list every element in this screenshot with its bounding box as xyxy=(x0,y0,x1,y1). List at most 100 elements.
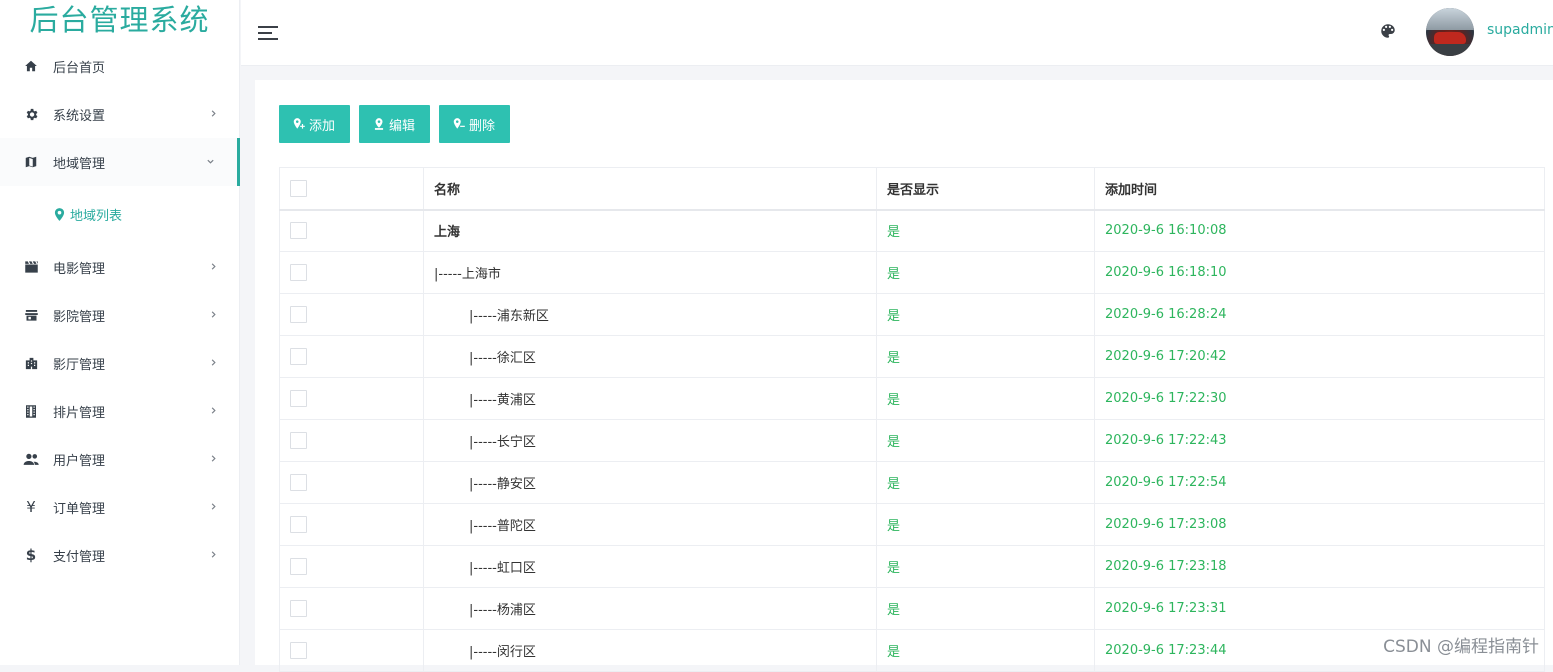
map-pin-plus-icon xyxy=(293,118,305,129)
row-checkbox[interactable] xyxy=(290,222,307,240)
table-row[interactable]: |-----静安区是 2020-9-6 17:22:54 xyxy=(279,461,1545,504)
region-name: |-----上海市 xyxy=(423,251,877,294)
added-time: 2020-9-6 17:23:08 xyxy=(1094,503,1545,546)
sidebar-item-2[interactable]: 地域管理 xyxy=(0,138,240,186)
added-time: 2020-9-6 16:10:08 xyxy=(1094,209,1545,252)
row-checkbox[interactable] xyxy=(290,306,307,323)
show-status: 是 xyxy=(876,377,1095,420)
row-checkbox[interactable] xyxy=(290,264,307,281)
show-status: 是 xyxy=(876,335,1095,378)
row-select-cell xyxy=(279,335,424,378)
chevron-right-icon xyxy=(198,404,228,418)
avatar[interactable] xyxy=(1426,8,1474,56)
sidebar-subitem-label: 地域列表 xyxy=(70,208,123,224)
row-select-cell xyxy=(279,587,424,630)
table-row[interactable]: |-----杨浦区是 2020-9-6 17:23:31 xyxy=(279,587,1545,630)
sidebar-item-7[interactable]: 用户管理 xyxy=(0,435,240,483)
chevron-right-icon xyxy=(198,356,228,370)
column-header-show[interactable]: 是否显示 xyxy=(876,167,1095,211)
row-select-cell xyxy=(279,377,424,420)
table-row[interactable]: |-----普陀区是 2020-9-6 17:23:08 xyxy=(279,503,1545,546)
added-time: 2020-9-6 17:23:31 xyxy=(1094,587,1545,630)
table-row[interactable]: |-----上海市是 2020-9-6 16:18:10 xyxy=(279,251,1545,294)
sidebar-item-0[interactable]: 后台首页 xyxy=(0,42,240,90)
show-status: 是 xyxy=(876,545,1095,588)
chevron-right-icon xyxy=(198,500,228,514)
username[interactable]: supadmin xyxy=(1487,22,1553,38)
row-select-cell xyxy=(279,293,424,336)
column-header-time[interactable]: 添加时间 xyxy=(1094,167,1545,211)
table-row[interactable]: |-----黄浦区是 2020-9-6 17:22:30 xyxy=(279,377,1545,420)
menu-toggle-icon[interactable] xyxy=(258,24,278,40)
sidebar-item-label: 地域管理 xyxy=(53,156,106,172)
show-status: 是 xyxy=(876,461,1095,504)
added-time: 2020-9-6 17:23:18 xyxy=(1094,545,1545,588)
home-icon xyxy=(21,56,41,76)
sidebar-subitem-0[interactable]: 地域列表 xyxy=(0,190,240,238)
building-icon xyxy=(21,353,41,373)
region-name: |-----长宁区 xyxy=(423,419,877,462)
row-checkbox[interactable] xyxy=(290,558,307,575)
app-title: 后台管理系统 xyxy=(29,3,210,37)
add-button[interactable]: 添加 xyxy=(279,105,350,143)
table-row[interactable]: 上海是 2020-9-6 16:10:08 xyxy=(279,209,1545,252)
row-select-cell xyxy=(279,503,424,546)
select-all-checkbox[interactable] xyxy=(290,179,307,197)
add-button-label: 添加 xyxy=(309,118,336,134)
sidebar-item-label: 排片管理 xyxy=(53,405,106,421)
table-row[interactable]: |-----闵行区是 2020-9-6 17:23:44 xyxy=(279,629,1545,672)
row-select-cell xyxy=(279,629,424,672)
dollar-icon: $ xyxy=(25,546,37,564)
row-checkbox[interactable] xyxy=(290,348,307,365)
added-time: 2020-9-6 16:28:24 xyxy=(1094,293,1545,336)
show-status: 是 xyxy=(876,419,1095,462)
map-pin-minus-icon xyxy=(453,118,465,129)
sidebar-item-label: 影院管理 xyxy=(53,309,106,325)
added-time: 2020-9-6 17:22:54 xyxy=(1094,461,1545,504)
row-checkbox[interactable] xyxy=(290,516,307,533)
table-row[interactable]: |-----徐汇区是 2020-9-6 17:20:42 xyxy=(279,335,1545,378)
sidebar-item-9[interactable]: $ 支付管理 xyxy=(0,531,240,579)
sidebar-item-6[interactable]: 排片管理 xyxy=(0,387,240,435)
region-name: 上海 xyxy=(423,209,877,252)
region-name: |-----徐汇区 xyxy=(423,335,877,378)
sidebar-item-4[interactable]: 影院管理 xyxy=(0,291,240,339)
edit-button[interactable]: 编辑 xyxy=(359,105,430,143)
table-row[interactable]: |-----虹口区是 2020-9-6 17:23:18 xyxy=(279,545,1545,588)
row-checkbox[interactable] xyxy=(290,642,307,659)
region-name: |-----静安区 xyxy=(423,461,877,504)
region-name: |-----黄浦区 xyxy=(423,377,877,420)
region-name: |-----浦东新区 xyxy=(423,293,877,336)
row-checkbox[interactable] xyxy=(290,390,307,407)
delete-button[interactable]: 删除 xyxy=(439,105,510,143)
chevron-right-icon xyxy=(198,107,228,121)
sidebar-item-label: 电影管理 xyxy=(53,261,106,277)
table-row[interactable]: |-----浦东新区是 2020-9-6 16:28:24 xyxy=(279,293,1545,336)
delete-button-label: 删除 xyxy=(469,118,496,134)
edit-button-label: 编辑 xyxy=(389,118,416,134)
map-pin-icon xyxy=(54,207,65,221)
chevron-right-icon xyxy=(198,260,228,274)
chevron-right-icon xyxy=(198,308,228,322)
region-name: |-----杨浦区 xyxy=(423,587,877,630)
show-status: 是 xyxy=(876,629,1095,672)
sidebar-item-label: 订单管理 xyxy=(53,501,106,517)
row-select-cell xyxy=(279,461,424,504)
row-select-cell xyxy=(279,545,424,588)
row-checkbox[interactable] xyxy=(290,474,307,491)
table-header-row: 名称 是否显示 添加时间 xyxy=(279,167,1545,211)
added-time: 2020-9-6 17:22:43 xyxy=(1094,419,1545,462)
map-icon xyxy=(21,152,41,172)
region-name: |-----虹口区 xyxy=(423,545,877,588)
added-time: 2020-9-6 17:20:42 xyxy=(1094,335,1545,378)
sidebar-item-1[interactable]: 系统设置 xyxy=(0,90,240,138)
sidebar-item-5[interactable]: 影厅管理 xyxy=(0,339,240,387)
sidebar-item-8[interactable]: ¥ 订单管理 xyxy=(0,483,240,531)
sidebar-item-3[interactable]: 电影管理 xyxy=(0,243,240,291)
palette-icon[interactable] xyxy=(1379,22,1397,44)
table-row[interactable]: |-----长宁区是 2020-9-6 17:22:43 xyxy=(279,419,1545,462)
row-checkbox[interactable] xyxy=(290,600,307,617)
column-header-name[interactable]: 名称 xyxy=(423,167,877,211)
chevron-right-icon xyxy=(198,452,228,466)
row-checkbox[interactable] xyxy=(290,432,307,449)
